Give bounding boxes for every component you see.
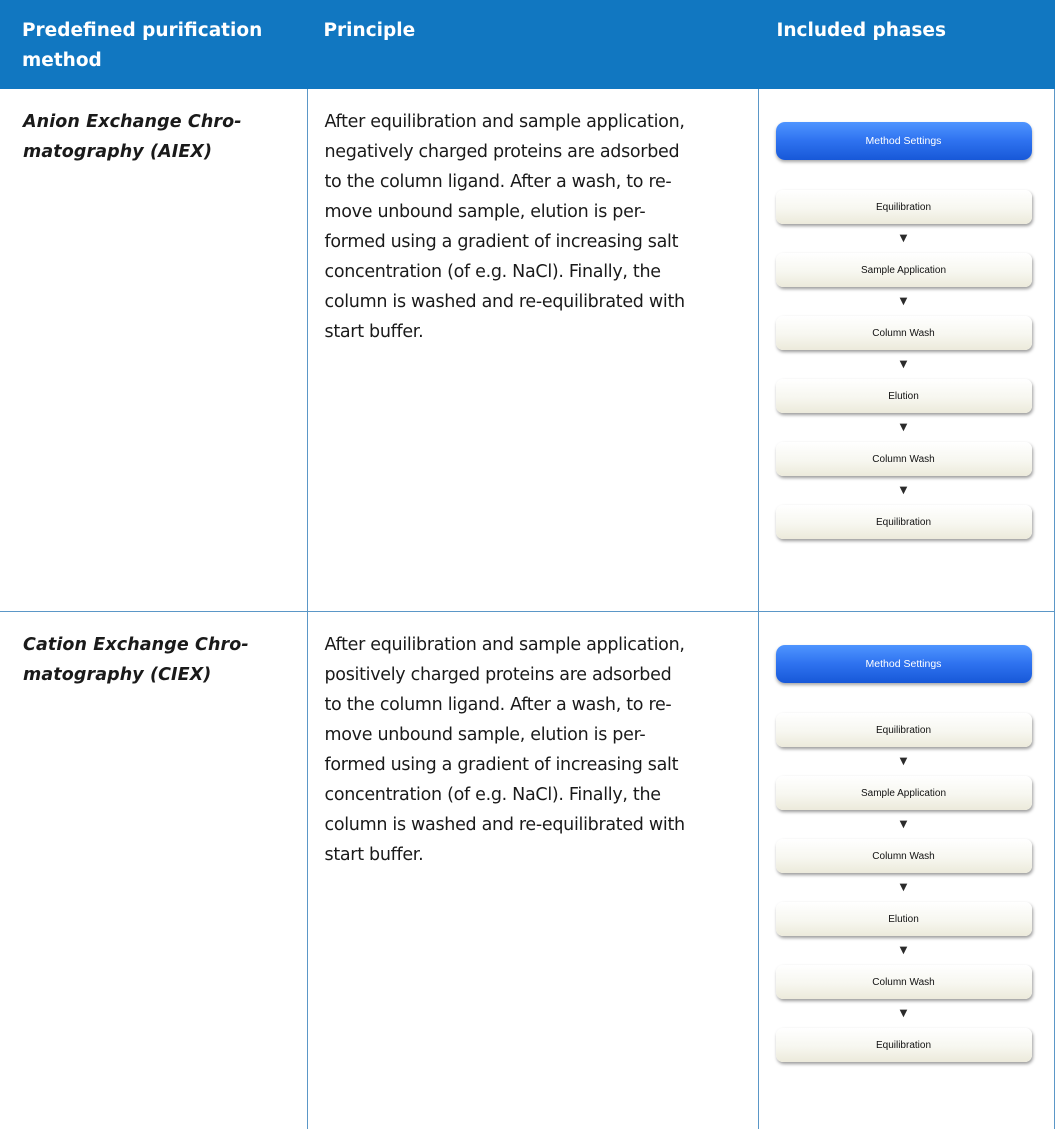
phase-sample-application[interactable]: Sample Application — [776, 776, 1032, 810]
arrow-down-icon: ▼ — [776, 287, 1032, 316]
phases-cell: Method Settings Equilibration ▼ Sample A… — [758, 612, 1054, 1129]
principle-line: move unbound sample, elution is per- — [325, 202, 646, 222]
phase-equilibration[interactable]: Equilibration — [776, 505, 1032, 539]
phase-column-wash[interactable]: Column Wash — [776, 965, 1032, 999]
arrow-down-icon: ▼ — [776, 350, 1032, 379]
phase-elution[interactable]: Elution — [776, 379, 1032, 413]
phase-sample-application[interactable]: Sample Application — [776, 253, 1032, 287]
phase-column-wash[interactable]: Column Wash — [776, 442, 1032, 476]
method-name-ciex: Cation Exchange Chro- matography (CIEX) — [1, 613, 306, 690]
principle-line: column is washed and re-equilibrated wit… — [325, 815, 685, 835]
method-cell: Cation Exchange Chro- matography (CIEX) — [0, 612, 307, 1129]
arrow-down-icon: ▼ — [776, 476, 1032, 505]
arrow-down-icon: ▼ — [776, 413, 1032, 442]
phases-cell: Method Settings Equilibration ▼ Sample A… — [758, 89, 1054, 612]
phase-flow-ciex: Method Settings Equilibration ▼ Sample A… — [776, 645, 1032, 1062]
phase-elution[interactable]: Elution — [776, 902, 1032, 936]
principle-line: negatively charged proteins are adsorbed — [325, 142, 680, 162]
method-name-line-1: Cation Exchange Chro- — [23, 635, 249, 655]
arrow-down-icon: ▼ — [776, 873, 1032, 902]
table-row: Cation Exchange Chro- matography (CIEX) … — [0, 612, 1054, 1129]
principle-line: After equilibration and sample applicati… — [325, 635, 685, 655]
principle-line: After equilibration and sample applicati… — [325, 112, 685, 132]
header-included-phases: Included phases — [758, 0, 1054, 89]
principle-line: start buffer. — [325, 322, 424, 342]
arrow-down-icon: ▼ — [776, 999, 1032, 1028]
phase-equilibration[interactable]: Equilibration — [776, 1028, 1032, 1062]
principle-text-aiex: After equilibration and sample applicati… — [309, 90, 757, 347]
principle-line: concentration (of e.g. NaCl). Finally, t… — [325, 262, 661, 282]
phase-spacer — [776, 160, 1032, 190]
principle-line: formed using a gradient of increasing sa… — [325, 755, 679, 775]
arrow-down-icon: ▼ — [776, 224, 1032, 253]
method-settings-button[interactable]: Method Settings — [776, 122, 1032, 160]
phase-spacer — [776, 683, 1032, 713]
method-name-line-2: matography (AIEX) — [23, 142, 212, 162]
method-cell: Anion Exchange Chro- matography (AIEX) — [0, 89, 307, 612]
arrow-down-icon: ▼ — [776, 810, 1032, 839]
principle-line: formed using a gradient of increasing sa… — [325, 232, 679, 252]
method-settings-button[interactable]: Method Settings — [776, 645, 1032, 683]
phase-column-wash[interactable]: Column Wash — [776, 839, 1032, 873]
principle-line: to the column ligand. After a wash, to r… — [325, 172, 672, 192]
principle-line: positively charged proteins are adsorbed — [325, 665, 672, 685]
principle-cell: After equilibration and sample applicati… — [307, 89, 758, 612]
arrow-down-icon: ▼ — [776, 747, 1032, 776]
phase-equilibration[interactable]: Equilibration — [776, 190, 1032, 224]
phase-equilibration[interactable]: Equilibration — [776, 713, 1032, 747]
principle-line: start buffer. — [325, 845, 424, 865]
principle-line: concentration (of e.g. NaCl). Finally, t… — [325, 785, 661, 805]
principle-line: to the column ligand. After a wash, to r… — [325, 695, 672, 715]
principle-cell: After equilibration and sample applicati… — [307, 612, 758, 1129]
purification-methods-table: Predefined purification method Principle… — [0, 0, 1055, 1129]
principle-line: move unbound sample, elution is per- — [325, 725, 646, 745]
table-header-row: Predefined purification method Principle… — [0, 0, 1054, 89]
principle-line: column is washed and re-equilibrated wit… — [325, 292, 685, 312]
header-predefined-method: Predefined purification method — [0, 0, 307, 89]
principle-text-ciex: After equilibration and sample applicati… — [309, 613, 757, 870]
header-principle: Principle — [307, 0, 758, 89]
table-row: Anion Exchange Chro- matography (AIEX) A… — [0, 89, 1054, 612]
arrow-down-icon: ▼ — [776, 936, 1032, 965]
method-name-line-2: matography (CIEX) — [23, 665, 211, 685]
phase-flow-aiex: Method Settings Equilibration ▼ Sample A… — [776, 122, 1032, 539]
phase-column-wash[interactable]: Column Wash — [776, 316, 1032, 350]
method-name-line-1: Anion Exchange Chro- — [23, 112, 242, 132]
method-name-aiex: Anion Exchange Chro- matography (AIEX) — [1, 90, 306, 167]
